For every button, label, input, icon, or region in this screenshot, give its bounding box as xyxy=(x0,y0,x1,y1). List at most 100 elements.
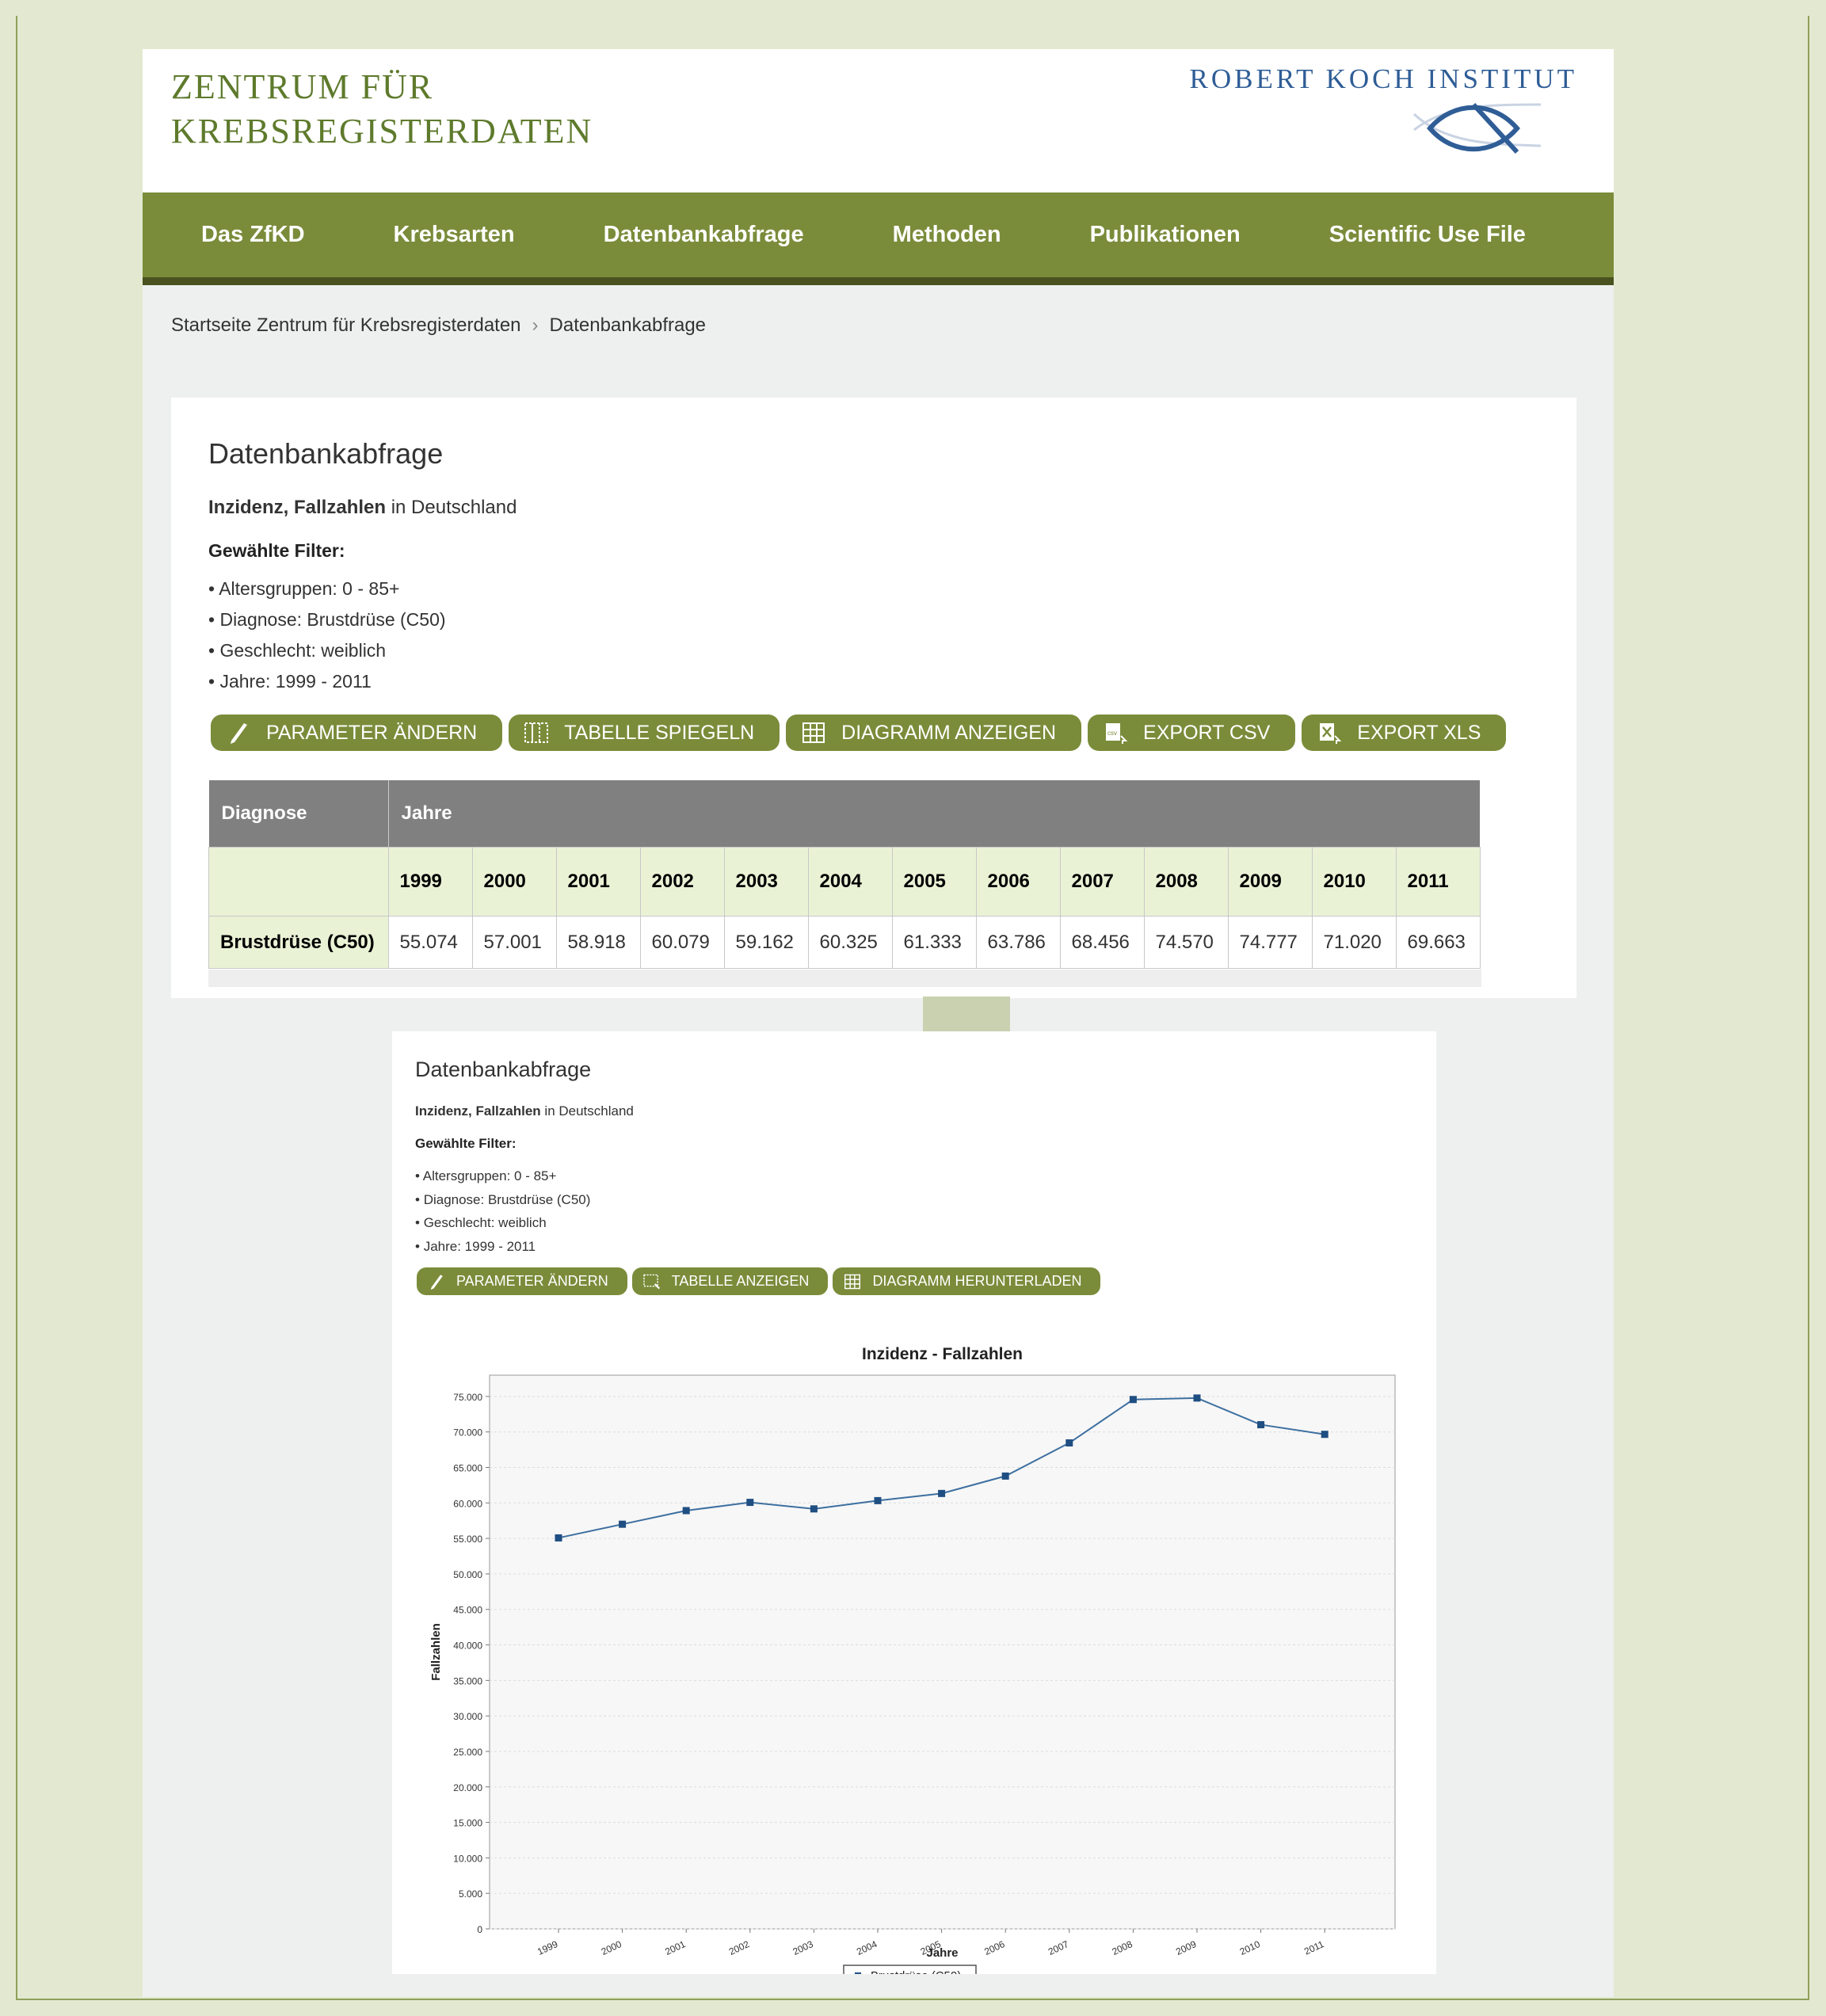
query-subtitle-rest: in Deutschland xyxy=(386,497,517,518)
export-xls-label: EXPORT XLS xyxy=(1357,721,1481,744)
data-point xyxy=(874,1496,882,1504)
x-tick-label: 2003 xyxy=(791,1938,815,1957)
data-point xyxy=(1321,1431,1329,1439)
year-cell: 2003 xyxy=(723,847,809,917)
year-cell: 2000 xyxy=(471,847,557,917)
table-row: Brustdrüse (C50) 55.074 57.001 58.918 60.07… xyxy=(208,916,1481,969)
x-tick-label: 2001 xyxy=(663,1938,687,1957)
rki-logo-text[interactable]: ROBERT KOCH INSTITUT xyxy=(1190,63,1577,95)
svg-text:csv: csv xyxy=(1107,730,1117,737)
year-cell: 2011 xyxy=(1395,847,1481,917)
year-cell: 1999 xyxy=(387,847,473,917)
zfkd-logo-line2: KREBSREGISTERDATEN xyxy=(171,112,593,151)
value-cell: 74.570 xyxy=(1143,916,1229,969)
mirror-table-icon xyxy=(524,722,549,743)
breadcrumb-home-link[interactable]: Startseite Zentrum für Krebsregisterdate… xyxy=(171,314,521,336)
data-point xyxy=(619,1520,627,1528)
filter-item: Diagnose: Brustdrüse (C50) xyxy=(208,604,445,635)
data-point xyxy=(555,1534,562,1542)
year-cell: 2005 xyxy=(891,847,977,917)
export-csv-label: EXPORT CSV xyxy=(1143,721,1271,744)
table-scrollbar[interactable] xyxy=(208,970,1481,987)
data-point xyxy=(938,1489,946,1497)
chart-icon xyxy=(802,722,825,743)
data-point xyxy=(1065,1439,1073,1447)
x-tick-label: 2008 xyxy=(1111,1938,1134,1957)
nav-item-methoden[interactable]: Methoden xyxy=(804,222,1001,248)
x-tick-label: 1999 xyxy=(536,1938,559,1957)
action-buttons: PARAMETER ÄNDERN TABELLE SPIEGELN DIAGRA… xyxy=(211,715,1507,751)
filter-item: Geschlecht: weiblich xyxy=(208,635,446,666)
tabelle-spiegeln-button[interactable]: TABELLE SPIEGELN xyxy=(509,715,780,751)
year-cell: 2010 xyxy=(1311,847,1397,917)
parameter-aendern-button[interactable]: PARAMETER ÄNDERN xyxy=(211,715,503,751)
data-point xyxy=(682,1507,690,1515)
data-point xyxy=(1193,1394,1201,1402)
line-chart: 0 5.000 10.000 15.000 20.000 25.000 30.000 35.0… xyxy=(429,1345,1396,1974)
y-tick-label: 50.000 xyxy=(453,1569,482,1580)
plot-area xyxy=(489,1374,1396,1930)
zfkd-logo[interactable]: ZENTRUM FÜR KREBSREGISTERDATEN xyxy=(171,65,593,154)
tabelle-spiegeln-label: TABELLE SPIEGELN xyxy=(564,721,755,744)
year-cell: 2001 xyxy=(555,847,641,917)
value-cell: 57.001 xyxy=(471,916,557,969)
parameter-aendern-label: PARAMETER ÄNDERN xyxy=(266,721,478,744)
nav-item-publikationen[interactable]: Publikationen xyxy=(1001,222,1241,248)
y-tick-label: 20.000 xyxy=(453,1782,482,1793)
nav-item-datenbankabfrage[interactable]: Datenbankabfrage xyxy=(515,222,804,248)
value-cell: 63.786 xyxy=(975,916,1061,969)
year-cell: 2006 xyxy=(975,847,1061,917)
main-nav: Das ZfKD Krebsarten Datenbankabfrage Met… xyxy=(143,192,1614,285)
breadcrumb-chevron-icon: › xyxy=(532,314,539,336)
y-tick-label: 45.000 xyxy=(453,1605,482,1616)
filter-item: Altersgruppen: 0 - 85+ xyxy=(208,574,446,604)
year-cell: 2008 xyxy=(1143,847,1229,917)
year-cell-empty xyxy=(208,847,389,917)
pencil-icon xyxy=(231,723,247,744)
export-xls-button[interactable]: EXPORT XLS xyxy=(1302,715,1507,751)
rki-logo-icon xyxy=(1412,102,1542,154)
year-cell: 2004 xyxy=(807,847,893,917)
page-title: Datenbankabfrage xyxy=(208,437,444,470)
x-tick-label: 2007 xyxy=(1046,1938,1070,1957)
x-tick-label: 2004 xyxy=(855,1938,879,1957)
y-tick-label: 0 xyxy=(477,1924,482,1935)
y-tick-label: 10.000 xyxy=(453,1853,482,1864)
site-container: ZENTRUM FÜR KREBSREGISTERDATEN ROBERT KO… xyxy=(143,49,1614,1997)
x-tick-label: 2000 xyxy=(600,1938,623,1957)
result-table: Diagnose Jahre 1999 2000 2001 2002 2003 2004 2… xyxy=(208,780,1481,969)
value-cell: 59.162 xyxy=(723,916,809,969)
nav-item-das-zfkd[interactable]: Das ZfKD xyxy=(143,222,305,248)
x-axis-label: Jahre xyxy=(926,1946,958,1960)
filters-label: Gewählte Filter: xyxy=(208,540,345,561)
value-cell: 74.777 xyxy=(1227,916,1313,969)
value-cell: 61.333 xyxy=(891,916,977,969)
value-cell: 68.456 xyxy=(1059,916,1145,969)
filter-item: Jahre: 1999 - 2011 xyxy=(208,666,446,697)
data-point xyxy=(1001,1472,1009,1480)
nav-item-scientific-use-file[interactable]: Scientific Use File xyxy=(1241,222,1526,248)
xls-file-icon xyxy=(1320,723,1342,744)
value-cell: 60.079 xyxy=(639,916,725,969)
table-year-row: 1999 2000 2001 2002 2003 2004 2005 2006 2007 2008… xyxy=(208,847,1481,917)
query-subtitle-bold: Inzidenz, Fallzahlen xyxy=(208,497,387,518)
nav-item-krebsarten[interactable]: Krebsarten xyxy=(305,222,515,248)
column-header-jahre: Jahre xyxy=(388,780,1480,848)
y-tick-label: 15.000 xyxy=(453,1818,482,1829)
site-header: ZENTRUM FÜR KREBSREGISTERDATEN ROBERT KO… xyxy=(143,49,1614,192)
diagramm-anzeigen-button[interactable]: DIAGRAMM ANZEIGEN xyxy=(786,715,1082,751)
x-tick-label: 2009 xyxy=(1174,1938,1198,1957)
value-cell: 71.020 xyxy=(1311,916,1397,969)
legend-label: Brustdrüse (C50) xyxy=(871,1969,961,1974)
table-header-row: Diagnose Jahre xyxy=(208,780,1480,848)
data-point xyxy=(810,1505,818,1513)
row-label-diagnose: Brustdrüse (C50) xyxy=(208,916,389,969)
csv-file-icon: csv xyxy=(1106,723,1128,744)
legend-marker-swatch xyxy=(855,1972,861,1974)
filter-list: Altersgruppen: 0 - 85+ Diagnose: Brustdr… xyxy=(208,574,446,697)
export-csv-button[interactable]: csv EXPORT CSV xyxy=(1088,715,1296,751)
y-tick-label: 60.000 xyxy=(453,1498,482,1509)
y-tick-label: 5.000 xyxy=(459,1888,482,1900)
chart-title: Inzidenz - Fallzahlen xyxy=(862,1345,1023,1363)
y-axis-label: Fallzahlen xyxy=(429,1623,443,1681)
